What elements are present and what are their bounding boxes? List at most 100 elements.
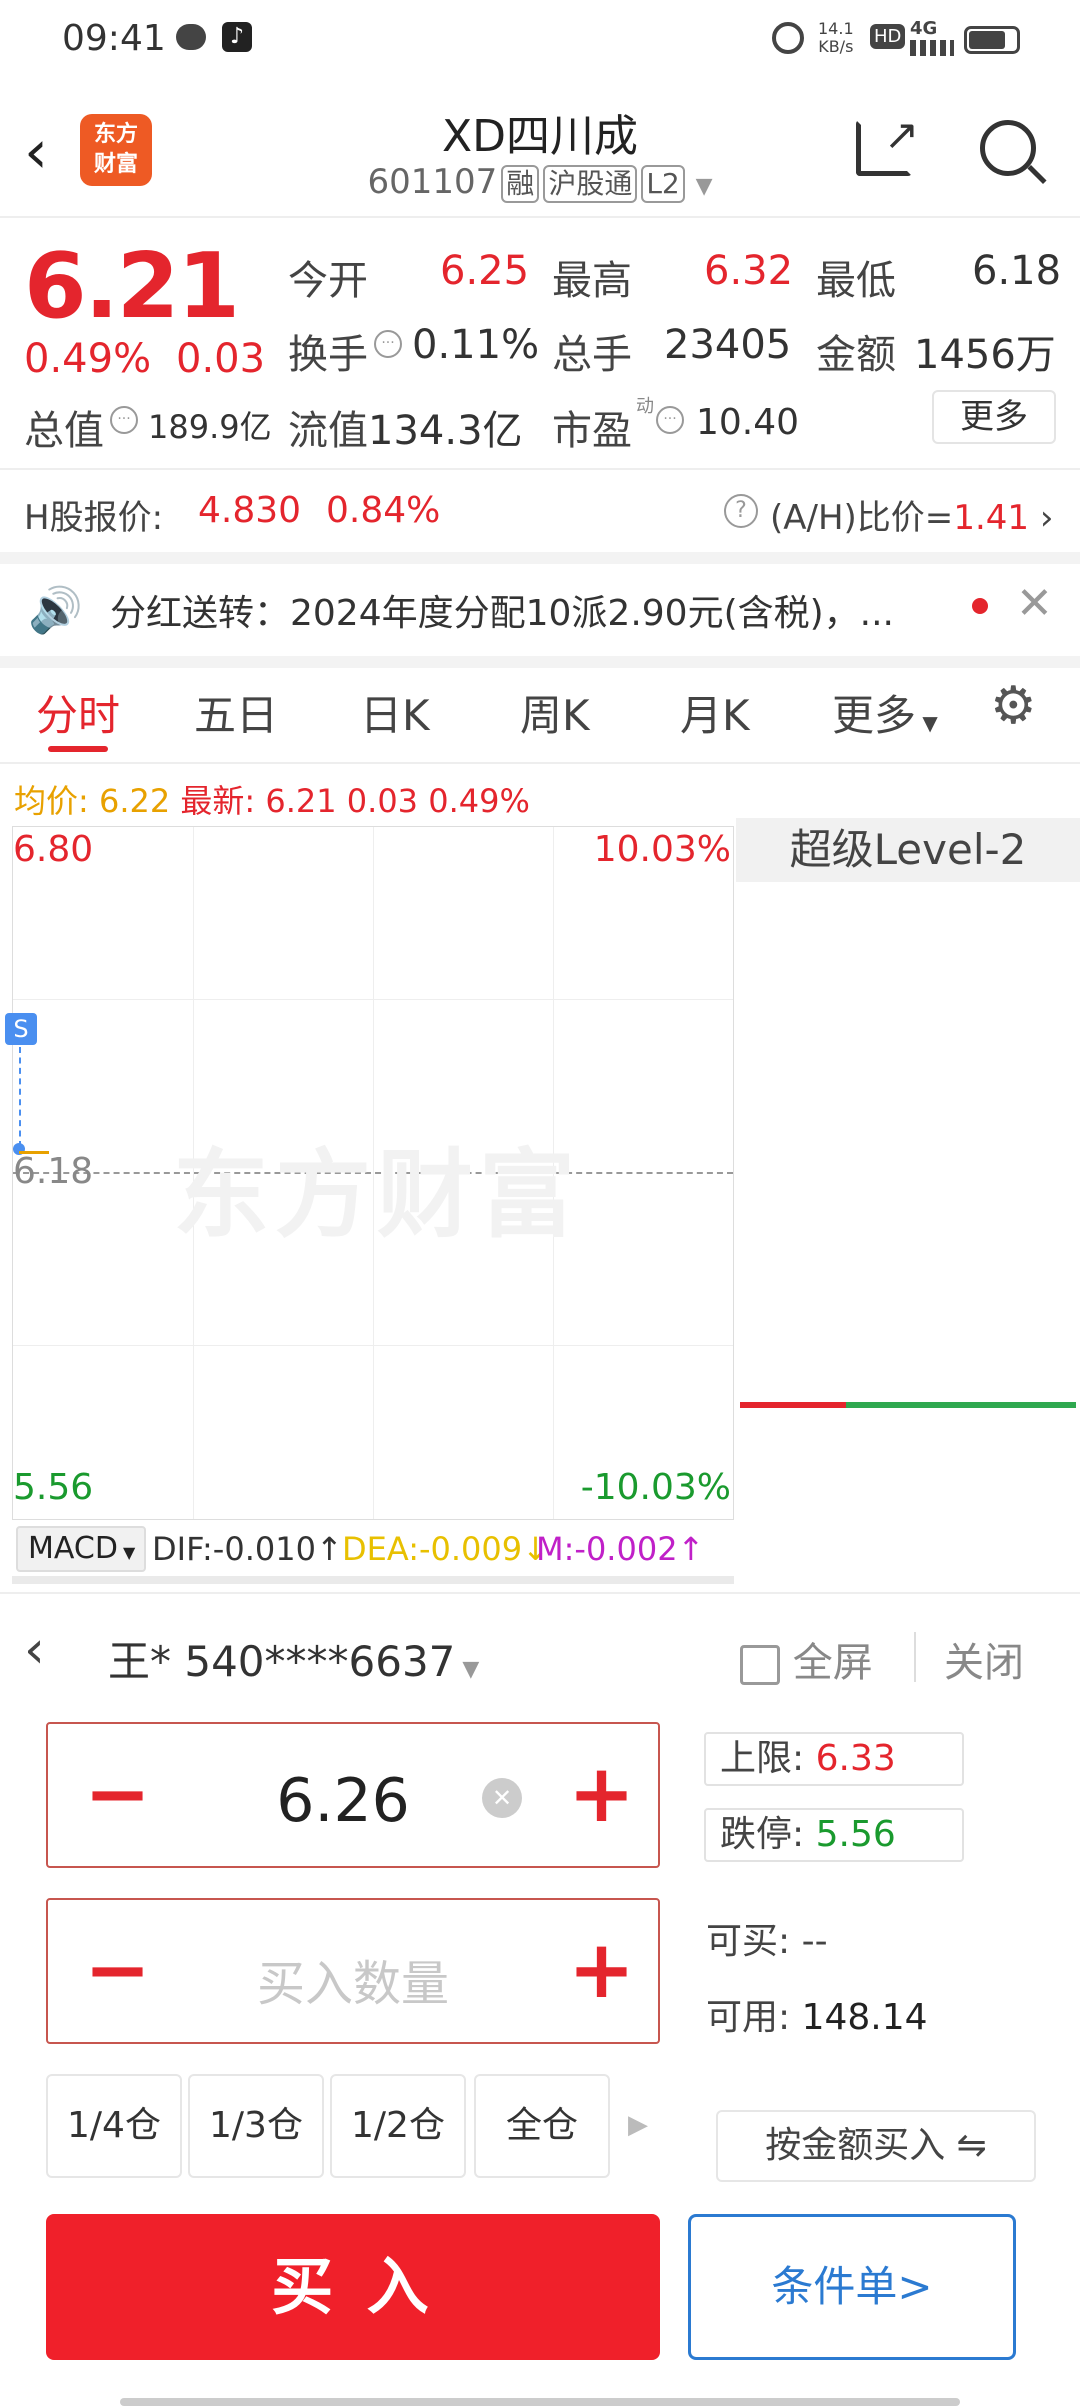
ah-ratio-label: (A/H)比价= [770,498,954,538]
info-icon[interactable]: ··· [110,406,138,434]
tab-daily-k[interactable]: 日K [360,682,430,743]
macd-bar: MACD ▼ DIF:-0.010↑ DEA:-0.009↓ M:-0.002↑ [12,1524,734,1574]
stock-code: 601107 [367,162,498,202]
account-selector[interactable]: 王* 540****6637 ▼ [108,1628,479,1689]
level2-title[interactable]: 超级Level-2 [736,818,1080,882]
chart-watermark: 东方财富 [173,1139,581,1251]
turnover-label: 换手 [288,332,368,378]
info-icon[interactable]: ··· [656,406,684,434]
book-divider-green [846,1402,1076,1408]
position-third-button[interactable]: 1/3仓 [188,2074,324,2178]
conditional-order-button[interactable]: 条件单> [688,2214,1016,2360]
macd-histogram-edge [12,1576,734,1584]
grid-h2 [13,1345,733,1346]
tab-more-label: 更多 [832,691,917,740]
divider [0,552,1080,564]
dropdown-icon[interactable]: ▼ [696,174,713,199]
sell-marker[interactable]: S [5,1013,37,1045]
network-type: 4G [910,18,938,39]
ah-ratio-value: 1.41 [953,498,1030,538]
limit-down-value[interactable]: 5.56 [816,1814,896,1855]
tab-five-day[interactable]: 五日 [194,682,278,743]
tag-margin: 融 [501,165,540,203]
tab-more[interactable]: 更多 ▼ [832,682,938,743]
collapse-icon[interactable]: ‹ [24,1624,45,1676]
can-buy-value: -- [801,1921,828,1962]
y-top-pct: 10.03% [593,829,731,870]
position-half-button[interactable]: 1/2仓 [330,2074,466,2178]
tiktok-icon: ♪ [222,22,252,52]
net-speed: 14.1 KB/s [818,20,854,56]
limit-up-value[interactable]: 6.33 [816,1738,896,1779]
message-icon [176,24,206,50]
fullscreen-label: 全屏 [792,1640,873,1686]
pe-label: 市盈 [552,408,632,454]
macd-dea: DEA:-0.009↓ [342,1530,549,1568]
float-label: 流值 [288,408,368,454]
volume-label: 总手 [552,332,632,378]
speaker-icon: 🔊 [28,585,83,636]
limit-up-label: 上限: [720,1738,805,1779]
available-value: 148.14 [801,1997,928,2038]
scroll-right-icon[interactable]: ▶ [628,2110,648,2140]
hshare-price: 4.830 [198,490,302,531]
notice-text[interactable]: 分红送转：2024年度分配10派2.90元(含税)，... [110,584,894,636]
price-input[interactable]: 6.26 [48,1766,638,1836]
buy-by-amount-button[interactable]: 按金额买入 ⇋ [716,2110,1036,2182]
quantity-increase-button[interactable]: + [568,1930,635,2010]
tab-weekly-k[interactable]: 周K [520,682,590,743]
price-stepper: − 6.26 ✕ + [46,1722,660,1868]
gear-icon[interactable]: ⚙ [990,680,1037,732]
signal-icon [910,40,954,56]
book-divider-red [740,1402,846,1408]
status-bar: 09:41 ♪ 14.1 KB/s HD 4G [0,0,1080,84]
tag-l2: L2 [641,165,685,203]
position-quarter-button[interactable]: 1/4仓 [46,2074,182,2178]
can-buy-label: 可买: [706,1921,791,1962]
net-speed-unit: KB/s [818,37,854,56]
low-label: 最低 [816,258,896,304]
avg-label: 均价: [14,782,89,820]
open-label: 今开 [288,258,368,304]
close-icon[interactable]: ✕ [1016,578,1053,629]
change-amount: 0.03 [176,336,266,382]
fullscreen-button[interactable]: 全屏 [740,1630,873,1688]
grid-h1 [13,999,733,1000]
help-icon[interactable]: ? [724,494,758,528]
last-price: 6.21 [24,234,240,339]
avg-value: 6.22 [98,782,171,820]
stock-header: ‹ 东方 财富 XD四川成 601107 融沪股通 L2 ▼ ↗ [0,84,1080,218]
tab-intraday[interactable]: 分时 [36,682,120,743]
fullscreen-icon [740,1645,780,1685]
open-value: 6.25 [440,248,530,294]
buy-button[interactable]: 买 入 [46,2214,660,2360]
position-full-button[interactable]: 全仓 [474,2074,610,2178]
available-funds: 可用: 148.14 [706,1988,928,2040]
high-label: 最高 [552,258,632,304]
net-speed-value: 14.1 [818,19,854,38]
y-top-label: 6.80 [13,829,94,870]
macd-selector[interactable]: MACD ▼ [16,1526,146,1572]
status-time: 09:41 [62,18,166,59]
macd-dif: DIF:-0.010↑ [152,1530,343,1568]
tag-connect: 沪股通 [543,165,638,203]
hd-badge: HD [870,24,906,49]
price-increase-button[interactable]: + [568,1754,635,1834]
last-value: 6.21 [265,782,337,820]
clear-icon[interactable]: ✕ [482,1778,522,1818]
mcap-label: 总值 [24,408,104,454]
quantity-input[interactable]: 买入数量 [48,1944,658,2014]
divider [914,1632,916,1682]
stock-subtitle[interactable]: 601107 融沪股通 L2 ▼ [0,162,1080,203]
tab-monthly-k[interactable]: 月K [680,682,750,743]
quantity-stepper: − 买入数量 + [46,1898,660,2044]
close-button[interactable]: 关闭 [944,1630,1024,1688]
info-icon[interactable]: ··· [374,330,402,358]
more-button[interactable]: 更多 [932,390,1056,444]
trade-panel: ‹ 王* 540****6637 ▼ 全屏 关闭 − 6.26 ✕ + − 买入… [0,1592,1080,2408]
share-arrow: ↗ [884,110,920,159]
intraday-chart[interactable]: 东方财富 6.80 10.03% 6.18 5.56 -10.03% S [5,826,734,1520]
macd-name: MACD [28,1531,118,1566]
ah-ratio[interactable]: (A/H)比价=1.41 › [770,490,1053,539]
pe-value: 10.40 [696,402,800,443]
